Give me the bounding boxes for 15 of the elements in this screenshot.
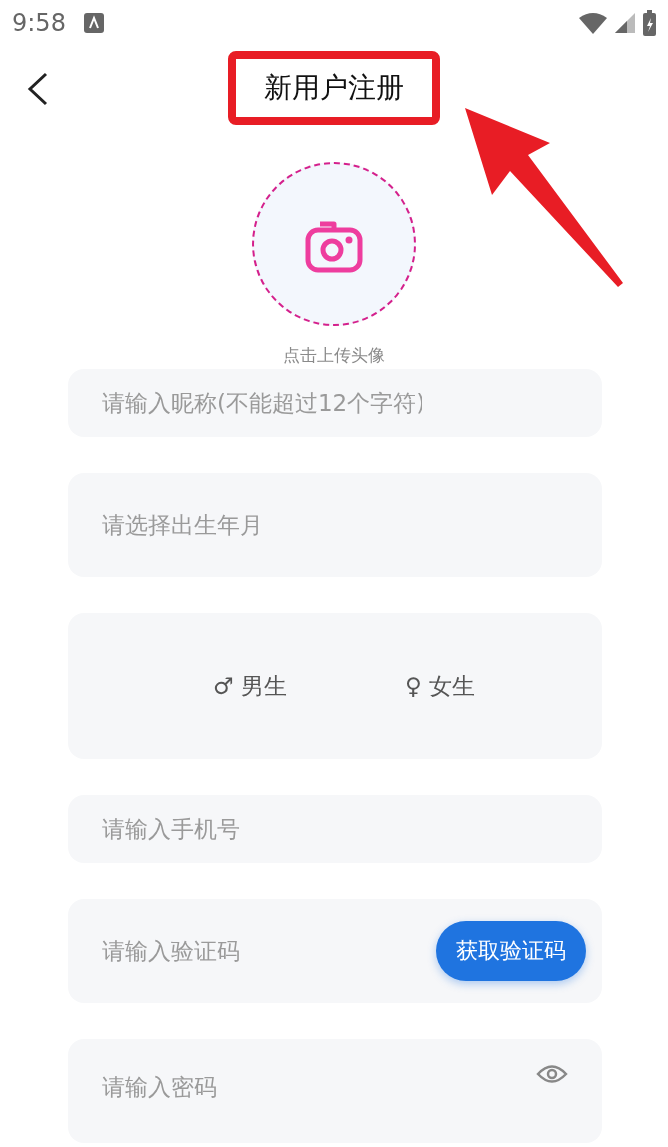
battery-icon (643, 10, 656, 36)
get-code-button[interactable]: 获取验证码 (436, 921, 586, 981)
input-field[interactable]: 请输入手机号 (68, 795, 602, 863)
notification-icon (83, 13, 104, 33)
signal-icon (615, 13, 635, 33)
date-picker-field[interactable]: 请选择出生年月 (68, 473, 602, 577)
eye-icon[interactable] (536, 1063, 568, 1085)
back-icon[interactable] (26, 72, 48, 106)
wifi-icon (579, 12, 607, 34)
gender-option[interactable]: ♂ 男生 (212, 670, 287, 702)
status-time: 9:58 (12, 9, 66, 37)
page-title: 新用户注册 (264, 71, 404, 104)
gender-option[interactable]: ♀ 女生 (404, 670, 476, 702)
password-field[interactable]: 请输入密码 (68, 1039, 602, 1143)
avatar-caption: 点击上传头像 (283, 344, 385, 367)
